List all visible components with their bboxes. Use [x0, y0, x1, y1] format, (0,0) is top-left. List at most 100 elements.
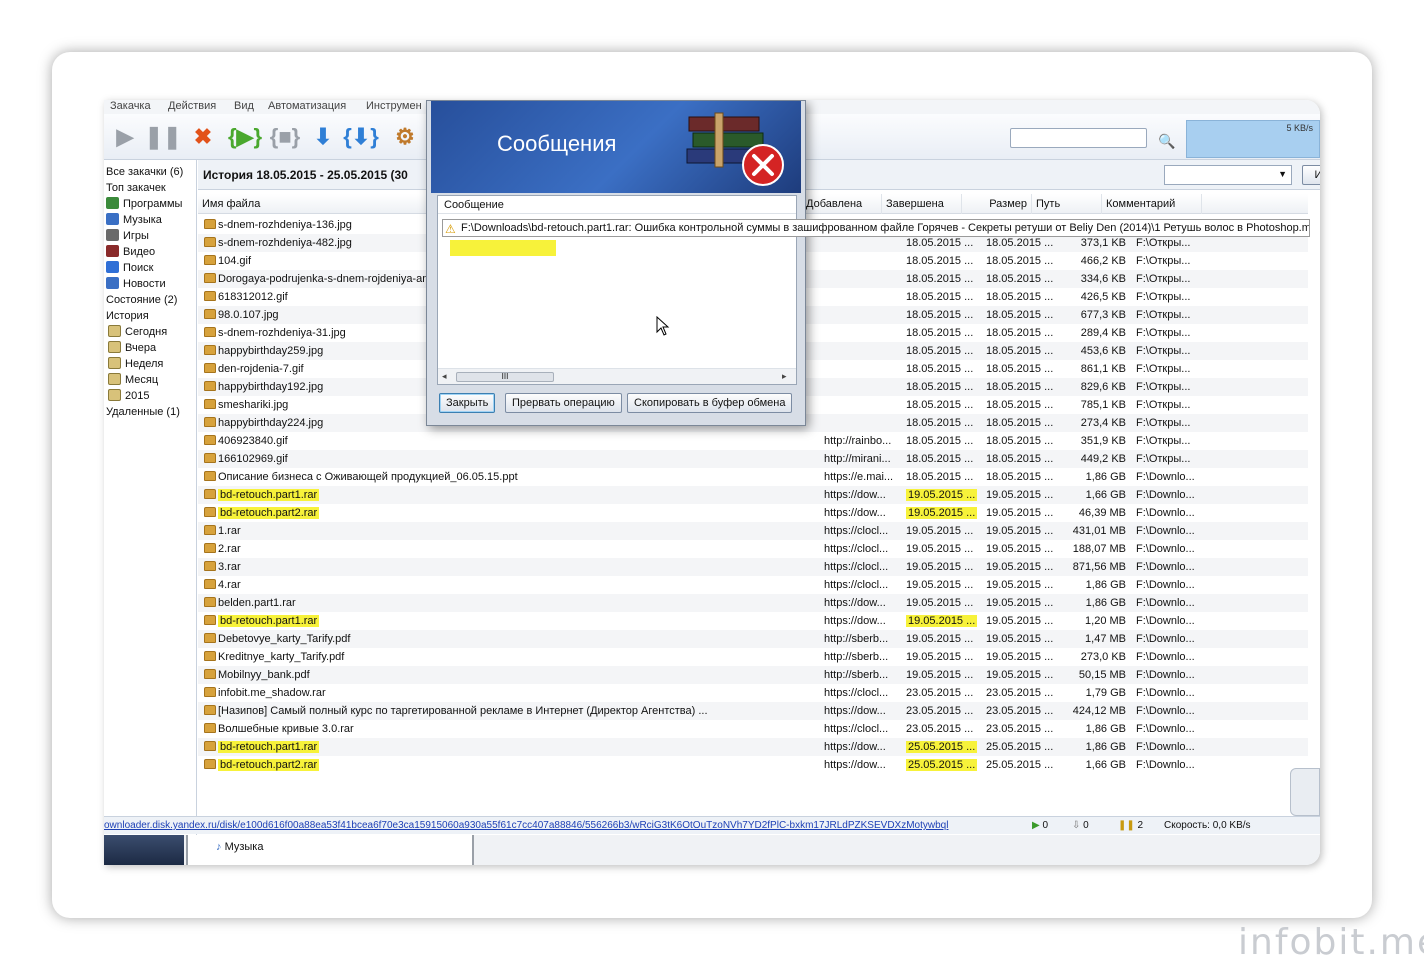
finished-cell: 25.05.2015 ...	[982, 738, 1058, 756]
table-row[interactable]: 4.rar https://clocl... 19.05.2015 ... 19.05…	[198, 576, 1308, 594]
url-cell-text: https://dow...	[824, 759, 886, 771]
sidebar-item[interactable]: Состояние (2)	[106, 292, 177, 308]
path-cell-text: F:\Downlo...	[1136, 705, 1195, 717]
size-cell: 351,9 KB	[1060, 432, 1130, 450]
table-row[interactable]: 406923840.gif http://rainbo... 18.05.2015 …	[198, 432, 1308, 450]
sidebar-item[interactable]: Сегодня	[106, 324, 167, 340]
history-search-button[interactable]: Искать	[1302, 165, 1320, 185]
path-cell: F:\Откры...	[1132, 306, 1198, 324]
file-icon	[204, 597, 216, 607]
sidebar-item[interactable]: Месяц	[106, 372, 158, 388]
path-cell: F:\Downlo...	[1132, 558, 1198, 576]
table-row[interactable]: Kreditnye_karty_Tarify.pdf http://sberb..…	[198, 648, 1308, 666]
sidebar-item[interactable]: Видео	[106, 244, 155, 260]
scroll-thumb[interactable]: III	[456, 372, 554, 382]
music-folder[interactable]: ♪ Музыка	[216, 841, 263, 853]
finished-cell: 19.05.2015 ...	[982, 486, 1058, 504]
sidebar-item[interactable]: Удаленные (1)	[106, 404, 180, 420]
menu-automation[interactable]: Автоматизация	[268, 100, 346, 112]
table-row[interactable]: bd-retouch.part1.rar https://dow... 19.05.…	[198, 486, 1308, 504]
tools-icon[interactable]: ⚙	[390, 122, 420, 152]
table-row[interactable]: infobit.me_shadow.rar https://clocl... 23.…	[198, 684, 1308, 702]
col-finished[interactable]: Завершена	[882, 194, 962, 214]
sidebar-item[interactable]: Топ закачек	[106, 180, 166, 196]
file-icon	[204, 381, 216, 391]
scroll-left-icon[interactable]: ◂	[442, 371, 447, 382]
finished-cell-text: 18.05.2015 ...	[986, 435, 1054, 447]
start-button[interactable]: ▶	[110, 122, 140, 152]
size-cell: 449,2 KB	[1060, 450, 1130, 468]
start-orb-icon[interactable]	[104, 835, 184, 865]
table-row[interactable]: 3.rar https://clocl... 19.05.2015 ... 19.05…	[198, 558, 1308, 576]
path-cell-text: F:\Downlo...	[1136, 723, 1195, 735]
sidebar-item[interactable]: Вчера	[106, 340, 156, 356]
schedule-button[interactable]: {⬇}	[343, 122, 379, 152]
menu-actions[interactable]: Действия	[168, 100, 216, 112]
file-name-cell: Mobilnyy_bank.pdf	[200, 666, 720, 684]
sidebar-item[interactable]: 2015	[106, 388, 149, 404]
path-cell-text: F:\Откры...	[1136, 399, 1191, 411]
menu-tools[interactable]: Инструмен	[366, 100, 422, 112]
status-url[interactable]: ownloader.disk.yandex.ru/disk/e100d616f0…	[104, 817, 1024, 834]
horizontal-scrollbar[interactable]: ◂ III ▸	[438, 368, 796, 384]
table-row[interactable]: Волшебные кривые 3.0.rar https://clocl...…	[198, 720, 1308, 738]
table-row[interactable]: [Назипов] Самый полный курс по таргетиро…	[198, 702, 1308, 720]
start-all-button[interactable]: {▶}	[228, 122, 262, 152]
search-icon[interactable]: 🔍	[1152, 126, 1182, 156]
pause-button[interactable]: ❚❚	[145, 122, 182, 152]
size-cell-text: 1,66 GB	[1085, 489, 1126, 501]
history-filter-dropdown[interactable]: ▼	[1164, 165, 1292, 185]
stop-all-button[interactable]: {■}	[270, 122, 300, 152]
url-cell: http://sberb...	[820, 648, 898, 666]
url-cell-text: https://e.mai...	[824, 471, 894, 483]
file-name-cell: bd-retouch.part1.rar	[200, 738, 720, 756]
message-column-header[interactable]: Сообщение	[438, 196, 796, 214]
sidebar-item[interactable]: Новости	[106, 276, 166, 292]
table-row[interactable]: bd-retouch.part1.rar https://dow... 25.05.…	[198, 738, 1308, 756]
move-down-button[interactable]: ⬇	[308, 122, 338, 152]
delete-button[interactable]: ✖	[188, 122, 218, 152]
url-cell-text: https://dow...	[824, 507, 886, 519]
table-row[interactable]: Debetovye_karty_Tarify.pdf http://sberb..…	[198, 630, 1308, 648]
table-row[interactable]: belden.part1.rar https://dow... 19.05.2015…	[198, 594, 1308, 612]
table-row[interactable]: 1.rar https://clocl... 19.05.2015 ... 19.05…	[198, 522, 1308, 540]
table-row[interactable]: Описание бизнеса с Оживающей продукцией_…	[198, 468, 1308, 486]
col-added[interactable]: Добавлена	[802, 194, 882, 214]
copy-to-clipboard-button[interactable]: Скопировать в буфер обмена	[627, 393, 793, 413]
sidebar-item[interactable]: Игры	[106, 228, 149, 244]
status-active: ▶ 0	[1032, 820, 1049, 831]
table-row[interactable]: bd-retouch.part2.rar https://dow... 25.05.…	[198, 756, 1308, 774]
file-name-cell: Описание бизнеса с Оживающей продукцией_…	[200, 468, 720, 486]
table-row[interactable]: 166102969.gif http://mirani... 18.05.2015 …	[198, 450, 1308, 468]
sidebar-item[interactable]: Все закачки (6)	[106, 164, 183, 180]
table-row[interactable]: 2.rar https://clocl... 19.05.2015 ... 19.05…	[198, 540, 1308, 558]
file-name: bd-retouch.part2.rar	[218, 507, 320, 519]
size-cell-text: 373,1 KB	[1080, 237, 1126, 249]
sidebar-item[interactable]: Неделя	[106, 356, 163, 372]
size-cell-text: 453,6 KB	[1080, 345, 1126, 357]
col-comment[interactable]: Комментарий	[1102, 194, 1202, 214]
side-scroll-tab[interactable]	[1290, 768, 1320, 816]
sidebar-item[interactable]: Поиск	[106, 260, 153, 276]
col-path[interactable]: Путь	[1032, 194, 1102, 214]
programs-icon	[106, 197, 119, 209]
error-message-row[interactable]: ⚠ F:\Downloads\bd-retouch.part1.rar: Оши…	[442, 219, 1310, 237]
table-row[interactable]: Mobilnyy_bank.pdf http://sberb... 19.05.20…	[198, 666, 1308, 684]
table-row[interactable]: bd-retouch.part2.rar https://dow... 19.05.…	[198, 504, 1308, 522]
menu-download[interactable]: Закачка	[110, 100, 151, 112]
sidebar-item[interactable]: Программы	[106, 196, 182, 212]
finished-cell: 19.05.2015 ...	[982, 576, 1058, 594]
abort-operation-button[interactable]: Прервать операцию	[505, 393, 622, 413]
size-cell-text: 1,86 GB	[1085, 471, 1126, 483]
file-icon	[204, 435, 216, 445]
sidebar-item[interactable]: История	[106, 308, 149, 324]
menu-view[interactable]: Вид	[234, 100, 254, 112]
col-size[interactable]: Размер	[962, 194, 1032, 214]
finished-cell-text: 19.05.2015 ...	[986, 579, 1054, 591]
sidebar-item[interactable]: Музыка	[106, 212, 162, 228]
close-dialog-button[interactable]: Закрыть	[439, 393, 496, 413]
path-cell-text: F:\Откры...	[1136, 381, 1191, 393]
toolbar-search-input[interactable]	[1010, 128, 1147, 148]
scroll-right-icon[interactable]: ▸	[782, 371, 787, 382]
table-row[interactable]: bd-retouch.part1.rar https://dow... 19.05.…	[198, 612, 1308, 630]
